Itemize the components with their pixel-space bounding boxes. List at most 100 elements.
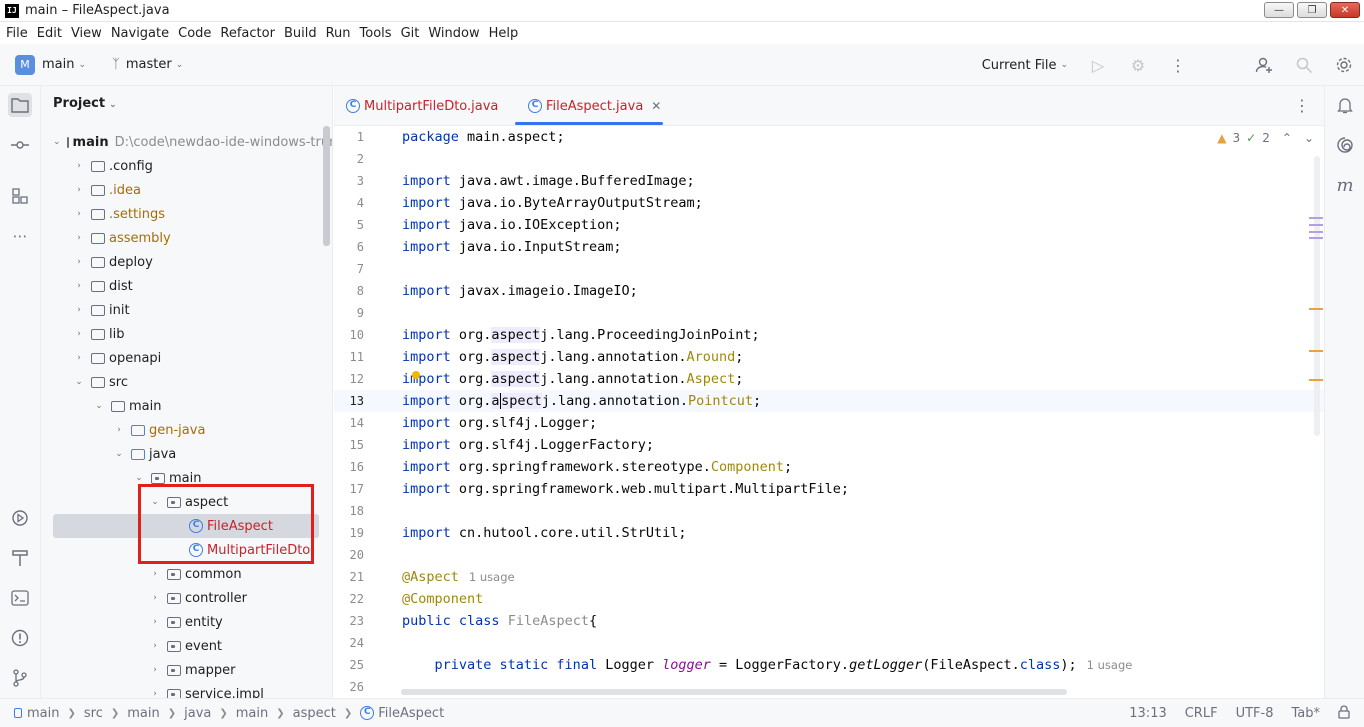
breadcrumb-item[interactable]: main: [236, 706, 268, 721]
tree-item-mapper[interactable]: › mapper: [41, 658, 332, 682]
file-encoding[interactable]: UTF-8: [1236, 706, 1274, 721]
menu-window[interactable]: Window: [428, 26, 479, 41]
collapse-arrow-icon[interactable]: ›: [113, 425, 125, 435]
tree-root[interactable]: ⌄ main D:\code\newdao-ide-windows-trunk: [41, 130, 332, 154]
tree-item-pkg-main[interactable]: ⌄ main: [41, 466, 332, 490]
collapse-arrow-icon[interactable]: ›: [73, 161, 85, 171]
menu-navigate[interactable]: Navigate: [111, 26, 169, 41]
tree-item-controller[interactable]: › controller: [41, 586, 332, 610]
close-tab-icon[interactable]: ✕: [651, 99, 661, 113]
minimize-button[interactable]: —: [1264, 2, 1294, 18]
menu-refactor[interactable]: Refactor: [220, 26, 275, 41]
usage-hint[interactable]: 1 usage: [469, 570, 515, 584]
expand-arrow-icon[interactable]: ⌄: [113, 449, 125, 459]
tab-fileaspect[interactable]: C FileAspect.java ✕: [528, 86, 661, 126]
collapse-arrow-icon[interactable]: ›: [149, 665, 161, 675]
collapse-arrow-icon[interactable]: ›: [73, 329, 85, 339]
commit-icon[interactable]: [8, 133, 32, 157]
tree-item-java[interactable]: ⌄ java: [41, 442, 332, 466]
tree-item-service-impl[interactable]: › service.impl: [41, 682, 332, 698]
error-stripe-marker[interactable]: [1309, 217, 1323, 219]
collapse-arrow-icon[interactable]: ›: [73, 185, 85, 195]
collapse-arrow-icon[interactable]: ›: [149, 617, 161, 627]
collapse-arrow-icon[interactable]: ›: [149, 641, 161, 651]
tree-item-openapi[interactable]: › openapi: [41, 346, 332, 370]
tree-item-common[interactable]: › common: [41, 562, 332, 586]
run-services-icon[interactable]: [8, 506, 32, 530]
tree-item-assembly[interactable]: › assembly: [41, 226, 332, 250]
collapse-arrow-icon[interactable]: ›: [73, 257, 85, 267]
more-horizontal-icon[interactable]: ⋯: [8, 224, 32, 248]
menu-edit[interactable]: Edit: [37, 26, 62, 41]
menu-help[interactable]: Help: [489, 26, 519, 41]
run-config-selector[interactable]: Current File: [982, 58, 1057, 73]
collapse-arrow-icon[interactable]: ›: [73, 353, 85, 363]
notifications-bell-icon[interactable]: [1333, 93, 1357, 117]
chevron-down-icon[interactable]: ⌄: [176, 60, 184, 70]
indent-setting[interactable]: Tab*: [1291, 706, 1320, 721]
cursor-position[interactable]: 13:13: [1129, 706, 1166, 721]
menu-file[interactable]: File: [6, 26, 28, 41]
usage-hint[interactable]: 1 usage: [1087, 658, 1133, 672]
more-vertical-icon[interactable]: ⋮: [1294, 96, 1310, 115]
tree-item-dist[interactable]: › dist: [41, 274, 332, 298]
error-stripe-marker[interactable]: [1309, 231, 1323, 233]
debug-icon[interactable]: ⚙: [1118, 44, 1158, 86]
project-panel-header[interactable]: Project ⌄: [53, 96, 117, 111]
branch-selector[interactable]: master: [126, 57, 172, 72]
collapse-arrow-icon[interactable]: ›: [73, 305, 85, 315]
project-selector[interactable]: main: [42, 57, 74, 72]
breadcrumb-item[interactable]: src: [84, 706, 103, 721]
collapse-arrow-icon[interactable]: ›: [149, 689, 161, 698]
structure-icon[interactable]: [8, 184, 32, 208]
maven-m-icon[interactable]: m: [1333, 173, 1357, 197]
tree-item-src[interactable]: ⌄ src: [41, 370, 332, 394]
run-icon[interactable]: ▷: [1078, 44, 1118, 86]
expand-arrow-icon[interactable]: ⌄: [133, 473, 145, 483]
breadcrumb-item[interactable]: java: [184, 706, 211, 721]
error-stripe-marker[interactable]: [1309, 237, 1323, 239]
lock-icon[interactable]: [1338, 704, 1350, 723]
tree-item-event[interactable]: › event: [41, 634, 332, 658]
tree-item-settings[interactable]: › .settings: [41, 202, 332, 226]
problems-icon[interactable]: [8, 626, 32, 650]
chevron-down-icon[interactable]: ⌄: [78, 60, 86, 70]
collapse-arrow-icon[interactable]: ›: [73, 209, 85, 219]
project-folder-icon[interactable]: [8, 93, 32, 117]
tree-item-fileaspect[interactable]: C FileAspect: [53, 514, 319, 538]
project-scrollbar[interactable]: [323, 126, 330, 246]
tree-item-config[interactable]: › .config: [41, 154, 332, 178]
warning-stripe-marker[interactable]: [1309, 379, 1323, 381]
tree-item-deploy[interactable]: › deploy: [41, 250, 332, 274]
collapse-arrow-icon[interactable]: ›: [149, 593, 161, 603]
settings-gear-icon[interactable]: [1324, 44, 1364, 86]
chevron-down-icon[interactable]: ⌄: [1060, 60, 1068, 70]
add-user-icon[interactable]: [1244, 44, 1284, 86]
more-vertical-icon[interactable]: ⋮: [1158, 44, 1198, 86]
ai-assistant-icon[interactable]: [1333, 133, 1357, 157]
error-stripe-marker[interactable]: [1309, 224, 1323, 226]
breadcrumb-item[interactable]: main: [27, 706, 59, 721]
intention-bulb-icon[interactable]: [412, 371, 420, 379]
tree-item-entity[interactable]: › entity: [41, 610, 332, 634]
warning-stripe-marker[interactable]: [1309, 350, 1323, 352]
breadcrumb-item[interactable]: aspect: [293, 706, 336, 721]
build-hammer-icon[interactable]: [8, 546, 32, 570]
expand-arrow-icon[interactable]: ⌄: [73, 377, 85, 387]
git-icon[interactable]: [8, 666, 32, 690]
tab-multipartfiledto[interactable]: C MultipartFileDto.java: [346, 86, 498, 126]
editor-horizontal-scrollbar[interactable]: [401, 689, 1067, 695]
tree-item-aspect[interactable]: ⌄ aspect: [41, 490, 332, 514]
breadcrumb-item[interactable]: FileAspect: [378, 706, 444, 721]
menu-build[interactable]: Build: [284, 26, 317, 41]
breadcrumb-item[interactable]: main: [127, 706, 159, 721]
maximize-button[interactable]: ❐: [1297, 2, 1327, 18]
collapse-arrow-icon[interactable]: ›: [73, 281, 85, 291]
code-editor[interactable]: 1 2 3 4 5 6 7 8 9 10 11 12 13 14 15 16 1…: [334, 126, 1324, 698]
editor-scrollbar[interactable]: [1310, 126, 1324, 698]
menu-tools[interactable]: Tools: [360, 26, 392, 41]
tree-item-src-main[interactable]: ⌄ main: [41, 394, 332, 418]
menu-git[interactable]: Git: [401, 26, 420, 41]
inspection-widget[interactable]: ▲ 3 ✓ 2 ⌃ ⌄: [1217, 131, 1314, 145]
expand-arrow-icon[interactable]: ⌄: [93, 401, 105, 411]
